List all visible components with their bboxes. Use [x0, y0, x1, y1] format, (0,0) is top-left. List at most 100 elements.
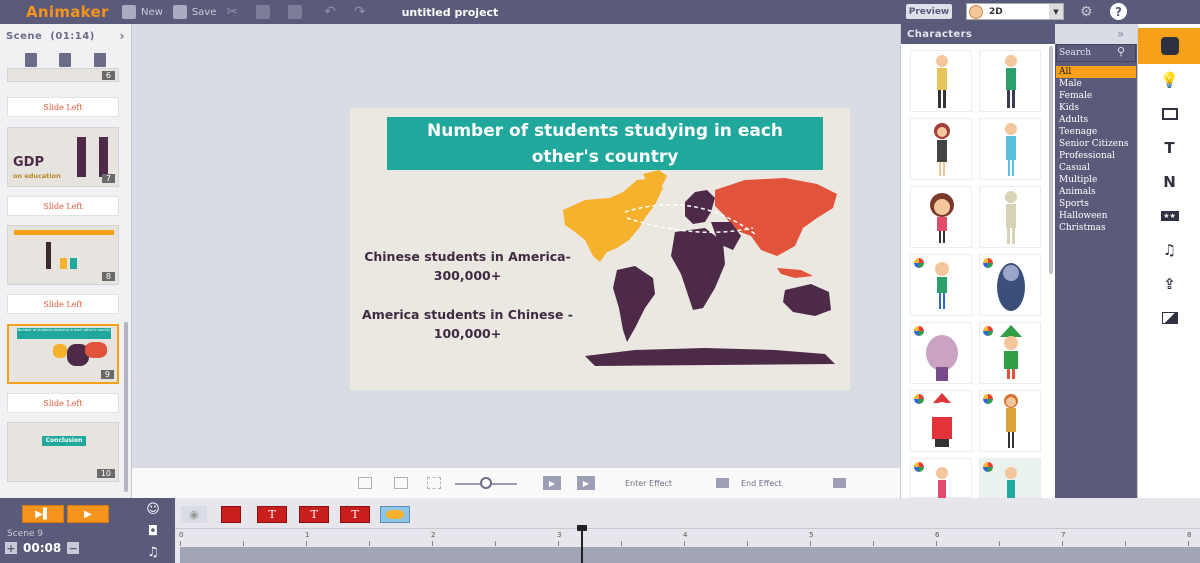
playhead-handle[interactable]: [577, 525, 587, 531]
stat-chinese-in-america[interactable]: Chinese students in America- 300,000+: [360, 247, 575, 285]
paste-icon[interactable]: [288, 5, 303, 19]
project-title[interactable]: untitled project: [402, 6, 499, 19]
characters-scrollbar[interactable]: [1049, 46, 1053, 274]
cut-icon[interactable]: ✂: [226, 4, 238, 20]
rail-effects-button[interactable]: ★★: [1138, 198, 1200, 234]
scene-thumb-6[interactable]: 6: [7, 68, 119, 82]
undo-icon[interactable]: ↶: [324, 4, 336, 20]
rail-props-button[interactable]: 💡: [1138, 62, 1200, 98]
app-logo[interactable]: Animaker: [26, 3, 122, 21]
character-tile[interactable]: [979, 186, 1041, 248]
track-map-item[interactable]: [380, 506, 410, 523]
preview-button[interactable]: Preview: [906, 4, 952, 19]
redo-icon[interactable]: ↷: [354, 4, 366, 20]
track-color-item[interactable]: [221, 506, 241, 523]
track-camera-item[interactable]: ◉: [181, 506, 207, 523]
rail-number-button[interactable]: N: [1138, 164, 1200, 200]
timeline-camera-icon[interactable]: ◘: [139, 522, 167, 541]
category-item[interactable]: Adults: [1056, 114, 1136, 126]
track-text-item[interactable]: T: [299, 506, 329, 523]
scene-thumb-9[interactable]: Number of students studying in each othe…: [7, 324, 119, 384]
scene-thumb-10[interactable]: Conclusion 10: [7, 422, 119, 482]
timeline-character-icon[interactable]: ☺: [139, 500, 167, 519]
category-item[interactable]: Sports: [1056, 198, 1136, 210]
play-scene-icon[interactable]: ▶: [577, 476, 595, 490]
duplicate-scene-icon[interactable]: [59, 53, 72, 67]
category-item[interactable]: All: [1056, 66, 1136, 78]
mode-select[interactable]: 2D ▼: [966, 3, 1064, 20]
save-button[interactable]: Save: [172, 5, 216, 19]
enter-effect-icon[interactable]: [716, 478, 729, 488]
rail-characters-button[interactable]: [1138, 28, 1200, 64]
category-item[interactable]: Senior Citizens: [1056, 138, 1136, 150]
category-item[interactable]: Professional: [1056, 150, 1136, 162]
character-tile[interactable]: [979, 458, 1041, 498]
rail-music-button[interactable]: ♫: [1138, 232, 1200, 268]
add-scene-icon[interactable]: [25, 53, 38, 67]
category-item[interactable]: Male: [1056, 78, 1136, 90]
rail-transitions-button[interactable]: [1138, 300, 1200, 336]
zoom-slider-knob[interactable]: [480, 477, 492, 489]
rail-text-button[interactable]: T: [1138, 130, 1200, 166]
scene-transition[interactable]: Slide Left: [7, 393, 119, 413]
rail-backgrounds-button[interactable]: [1138, 96, 1200, 132]
gear-icon[interactable]: ⚙: [1080, 4, 1093, 20]
character-tile[interactable]: [979, 390, 1041, 452]
category-item[interactable]: Multiple: [1056, 174, 1136, 186]
new-button[interactable]: New: [122, 5, 163, 19]
timeline-ruler[interactable]: 0 1 2 3 4 5 6 7 8: [175, 528, 1200, 546]
category-item[interactable]: Animals: [1056, 186, 1136, 198]
expand-icon[interactable]: [394, 477, 408, 489]
copy-icon[interactable]: [256, 5, 271, 19]
search-icon[interactable]: ⚲: [1117, 45, 1131, 59]
help-icon[interactable]: ?: [1110, 3, 1127, 20]
category-item[interactable]: Teenage: [1056, 126, 1136, 138]
fit-screen-icon[interactable]: [358, 477, 372, 489]
play-from-start-button[interactable]: ▶▌: [22, 505, 64, 523]
end-effect-label[interactable]: End Effect: [741, 479, 782, 488]
enter-effect-label[interactable]: Enter Effect: [625, 479, 672, 488]
track-text-item[interactable]: T: [340, 506, 370, 523]
play-scene-from-start-icon[interactable]: ▶: [543, 476, 561, 490]
stat-america-in-china[interactable]: America students in Chinese - 100,000+: [360, 305, 575, 343]
timeline-track[interactable]: [180, 547, 1200, 563]
character-tile[interactable]: [910, 118, 972, 180]
grid-icon[interactable]: [427, 477, 441, 489]
character-tile[interactable]: [910, 322, 972, 384]
category-item[interactable]: Female: [1056, 90, 1136, 102]
scene-scrollbar[interactable]: [124, 322, 128, 492]
play-button[interactable]: ▶: [67, 505, 109, 523]
end-effect-icon[interactable]: [833, 478, 846, 488]
character-tile[interactable]: [979, 50, 1041, 112]
character-tile[interactable]: [979, 254, 1041, 316]
chevron-right-icon[interactable]: ›: [120, 29, 125, 43]
delete-scene-icon[interactable]: [93, 53, 106, 67]
title-banner[interactable]: Number of students studying in each othe…: [387, 117, 823, 170]
character-tile[interactable]: [910, 254, 972, 316]
character-tile[interactable]: [979, 322, 1041, 384]
scene-transition[interactable]: Slide Left: [7, 196, 119, 216]
stage-canvas[interactable]: Number of students studying in each othe…: [350, 108, 850, 390]
character-tile[interactable]: [910, 390, 972, 452]
rail-upload-button[interactable]: ⇪: [1138, 266, 1200, 302]
character-tile[interactable]: [910, 186, 972, 248]
scene-thumb-7[interactable]: GDP on education 7: [7, 127, 119, 187]
scene-transition[interactable]: Slide Left: [7, 294, 119, 314]
world-map[interactable]: [555, 170, 845, 370]
playhead[interactable]: [581, 526, 583, 563]
double-chevron-right-icon[interactable]: »: [1117, 27, 1124, 41]
category-item[interactable]: Kids: [1056, 102, 1136, 114]
timeline-track-area[interactable]: ◉ T T T 0 1 2 3 4 5 6 7 8: [175, 498, 1200, 563]
scene-thumb-8[interactable]: 8: [7, 225, 119, 285]
track-text-item[interactable]: T: [257, 506, 287, 523]
character-tile[interactable]: [979, 118, 1041, 180]
decrease-duration-button[interactable]: −: [67, 542, 80, 555]
timeline-music-icon[interactable]: ♫: [139, 543, 167, 562]
character-tile[interactable]: [910, 50, 972, 112]
increase-duration-button[interactable]: +: [5, 542, 17, 555]
category-item[interactable]: Christmas: [1056, 222, 1136, 234]
category-item[interactable]: Halloween: [1056, 210, 1136, 222]
character-tile[interactable]: [910, 458, 972, 498]
category-item[interactable]: Casual: [1056, 162, 1136, 174]
scene-transition[interactable]: Slide Left: [7, 97, 119, 117]
